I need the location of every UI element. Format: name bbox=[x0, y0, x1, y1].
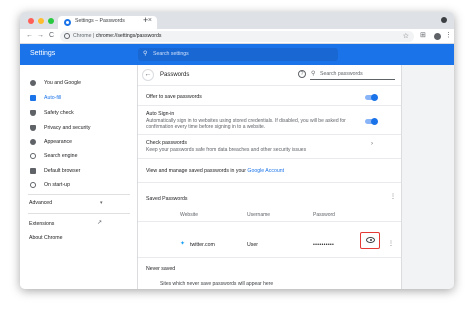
never-saved-note: Sites which never save passwords will ap… bbox=[160, 281, 274, 287]
tab-title: Settings – Passwords bbox=[75, 18, 125, 24]
search-icon: ⚲ bbox=[143, 51, 148, 57]
check-passwords-description: Keep your passwords safe from data breac… bbox=[146, 147, 307, 153]
divider bbox=[138, 221, 401, 222]
settings-search-placeholder: Search settings bbox=[153, 51, 189, 57]
check-passwords-label[interactable]: Check passwords bbox=[146, 140, 187, 146]
search-passwords-input[interactable]: ⚲ Search passwords bbox=[310, 69, 395, 80]
column-header-username: Username bbox=[247, 212, 271, 218]
sidebar-item-default-browser[interactable]: Default browser bbox=[20, 165, 138, 178]
sidebar-item-safety-check[interactable]: Safety check bbox=[20, 107, 138, 120]
reload-button[interactable]: C bbox=[49, 31, 54, 41]
saved-passwords-heading: Saved Passwords bbox=[146, 196, 188, 202]
tab-strip: Settings – Passwords × + bbox=[20, 12, 454, 29]
sidebar-item-label: You and Google bbox=[44, 80, 82, 86]
power-icon bbox=[30, 182, 36, 188]
show-password-button[interactable] bbox=[360, 232, 380, 249]
column-header-password: Password bbox=[313, 212, 335, 218]
open-external-icon[interactable]: ↗ bbox=[97, 219, 102, 226]
browser-menu-icon[interactable]: ⋮ bbox=[445, 32, 452, 40]
sidebar-advanced[interactable]: Advanced bbox=[29, 200, 52, 206]
sidebar-item-label: On start-up bbox=[44, 182, 70, 188]
column-header-website: Website bbox=[180, 212, 198, 218]
google-account-link[interactable]: Google Account bbox=[247, 168, 284, 174]
settings-sidebar: You and Google Auto-fill Safety check Pr… bbox=[20, 65, 138, 289]
profile-avatar[interactable] bbox=[434, 33, 441, 40]
sidebar-item-search-engine[interactable]: Search engine bbox=[20, 150, 138, 163]
search-passwords-placeholder: Search passwords bbox=[320, 71, 363, 77]
maximize-window-button[interactable] bbox=[48, 18, 54, 24]
sidebar-item-label: Safety check bbox=[44, 110, 74, 116]
tab-search-icon[interactable] bbox=[441, 17, 447, 23]
browser-window: Settings – Passwords × + ← → C Chrome | … bbox=[20, 12, 454, 289]
manage-passwords-text: View and manage saved passwords in your … bbox=[146, 168, 285, 174]
forward-button[interactable]: → bbox=[37, 31, 44, 41]
sidebar-item-you-and-google[interactable]: You and Google bbox=[20, 77, 138, 90]
sidebar-item-label: Privacy and security bbox=[44, 125, 91, 131]
sidebar-item-appearance[interactable]: Appearance bbox=[20, 136, 138, 149]
chevron-right-icon[interactable]: › bbox=[371, 141, 373, 147]
sidebar-item-label: Appearance bbox=[44, 139, 72, 145]
saved-passwords-menu-icon[interactable]: ⋮ bbox=[390, 194, 396, 200]
sidebar-item-privacy[interactable]: Privacy and security bbox=[20, 122, 138, 135]
shield-lock-icon bbox=[30, 125, 36, 131]
saved-username: User bbox=[247, 242, 258, 248]
new-tab-button[interactable]: + bbox=[143, 16, 148, 25]
settings-search-input[interactable]: ⚲ Search settings bbox=[138, 48, 338, 61]
bookmark-star-icon[interactable]: ☆ bbox=[403, 32, 409, 40]
help-icon[interactable]: ? bbox=[298, 70, 306, 78]
browser-icon bbox=[30, 168, 36, 174]
palette-icon bbox=[30, 139, 36, 145]
sidebar-divider bbox=[28, 213, 130, 214]
entry-menu-icon[interactable]: ⋮ bbox=[388, 241, 394, 247]
divider bbox=[138, 85, 401, 86]
auto-signin-toggle[interactable] bbox=[365, 117, 378, 125]
divider bbox=[138, 182, 401, 183]
twitter-favicon-icon: ✦ bbox=[180, 241, 186, 247]
browser-toolbar: ← → C Chrome | chrome://settings/passwor… bbox=[20, 29, 454, 44]
extensions-icon[interactable]: ⊞ bbox=[420, 32, 426, 40]
address-bar[interactable]: Chrome | chrome://settings/passwords ☆ bbox=[60, 31, 414, 42]
page-title: Settings bbox=[30, 50, 56, 57]
sidebar-item-label: Search engine bbox=[44, 153, 78, 159]
divider bbox=[138, 257, 401, 258]
back-button[interactable]: ← bbox=[26, 31, 33, 41]
sidebar-divider bbox=[28, 194, 130, 195]
offer-to-save-label: Offer to save passwords bbox=[146, 94, 202, 100]
settings-header: Settings ⚲ Search settings bbox=[20, 44, 454, 65]
divider bbox=[138, 158, 401, 159]
auto-signin-description-2: confirmation every time before signing i… bbox=[146, 124, 266, 130]
settings-favicon-icon bbox=[64, 19, 71, 26]
person-icon bbox=[30, 80, 36, 86]
sidebar-item-label: Auto-fill bbox=[44, 95, 62, 101]
autofill-icon bbox=[30, 95, 36, 101]
shield-icon bbox=[30, 110, 36, 116]
sidebar-item-autofill[interactable]: Auto-fill bbox=[20, 92, 138, 105]
search-icon bbox=[30, 153, 36, 159]
search-icon: ⚲ bbox=[311, 71, 316, 77]
chevron-down-icon[interactable]: ▾ bbox=[100, 200, 103, 206]
back-arrow-button[interactable]: ← bbox=[142, 69, 154, 81]
url-text: Chrome | chrome://settings/passwords bbox=[73, 33, 162, 39]
passwords-title: Passwords bbox=[160, 72, 190, 78]
sidebar-item-label: Default browser bbox=[44, 168, 81, 174]
offer-to-save-toggle[interactable] bbox=[365, 93, 378, 101]
tab-close-icon[interactable]: × bbox=[148, 17, 152, 24]
never-saved-heading: Never saved bbox=[146, 266, 176, 272]
eye-icon bbox=[366, 237, 375, 243]
saved-site: twitter.com bbox=[190, 242, 215, 248]
divider bbox=[138, 134, 401, 135]
sidebar-about-chrome[interactable]: About Chrome bbox=[29, 235, 62, 241]
sidebar-item-on-startup[interactable]: On start-up bbox=[20, 179, 138, 192]
site-info-icon[interactable] bbox=[64, 33, 70, 39]
saved-password: •••••••••• bbox=[313, 242, 335, 248]
passwords-card: ← Passwords ? ⚲ Search passwords Offer t… bbox=[137, 65, 402, 289]
sidebar-extensions[interactable]: Extensions bbox=[29, 221, 54, 227]
close-window-button[interactable] bbox=[28, 18, 34, 24]
auto-signin-label: Auto Sign-in bbox=[146, 111, 175, 117]
divider bbox=[138, 105, 401, 106]
minimize-window-button[interactable] bbox=[38, 18, 44, 24]
